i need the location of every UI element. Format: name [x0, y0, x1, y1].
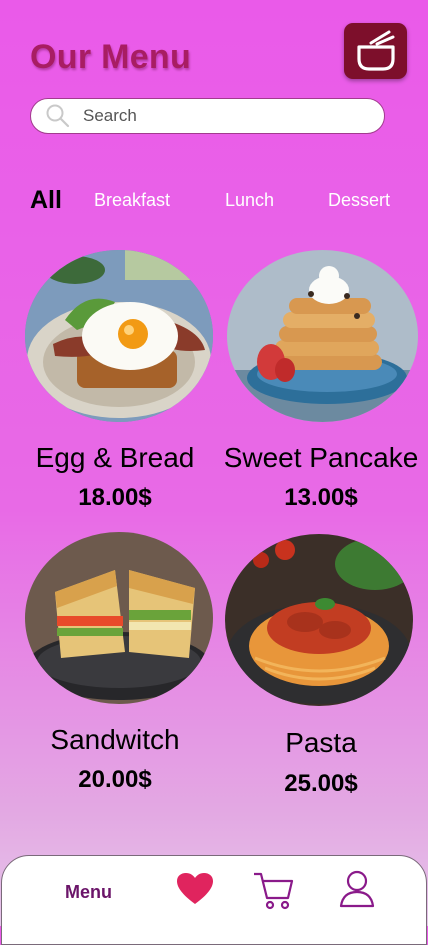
tab-dessert[interactable]: Dessert: [328, 190, 390, 211]
menu-item-card[interactable]: Pasta 25.00$: [221, 532, 421, 802]
menu-item-card[interactable]: Sandwitch 20.00$: [15, 532, 215, 802]
menu-item-name: Sweet Pancake: [223, 442, 419, 473]
menu-item-name: Egg & Bread: [35, 442, 195, 473]
heart-icon[interactable]: [176, 872, 214, 906]
search-bar[interactable]: [30, 98, 385, 134]
tab-all[interactable]: All: [30, 186, 62, 215]
tab-lunch[interactable]: Lunch: [225, 190, 274, 211]
search-icon: [46, 104, 70, 128]
menu-item-price: 13.00$: [284, 484, 358, 511]
search-input[interactable]: [81, 105, 365, 127]
menu-item-price: 20.00$: [78, 766, 152, 793]
bottom-nav-bar: Menu: [1, 855, 427, 945]
menu-item-price: 18.00$: [78, 484, 152, 511]
egg-bread-photo: [25, 250, 213, 422]
tab-breakfast[interactable]: Breakfast: [94, 190, 170, 211]
category-tabs: All Breakfast Lunch Dessert: [0, 180, 428, 224]
user-icon[interactable]: [339, 870, 375, 908]
cart-icon[interactable]: [252, 870, 294, 910]
pancake-photo: [227, 250, 418, 422]
menu-item-name: Sandwitch: [50, 724, 180, 755]
page-title: Our Menu: [30, 38, 192, 76]
app-logo-button[interactable]: [344, 23, 407, 79]
bowl-icon: [356, 30, 395, 71]
menu-item-name: Pasta: [285, 727, 357, 758]
menu-item-card[interactable]: Sweet Pancake 13.00$: [221, 250, 421, 520]
nav-menu-tab[interactable]: Menu: [65, 882, 112, 903]
menu-item-card[interactable]: Egg & Bread 18.00$: [15, 250, 215, 520]
menu-item-price: 25.00$: [284, 770, 358, 797]
sandwich-photo: [25, 532, 213, 704]
pasta-photo: [225, 534, 413, 706]
